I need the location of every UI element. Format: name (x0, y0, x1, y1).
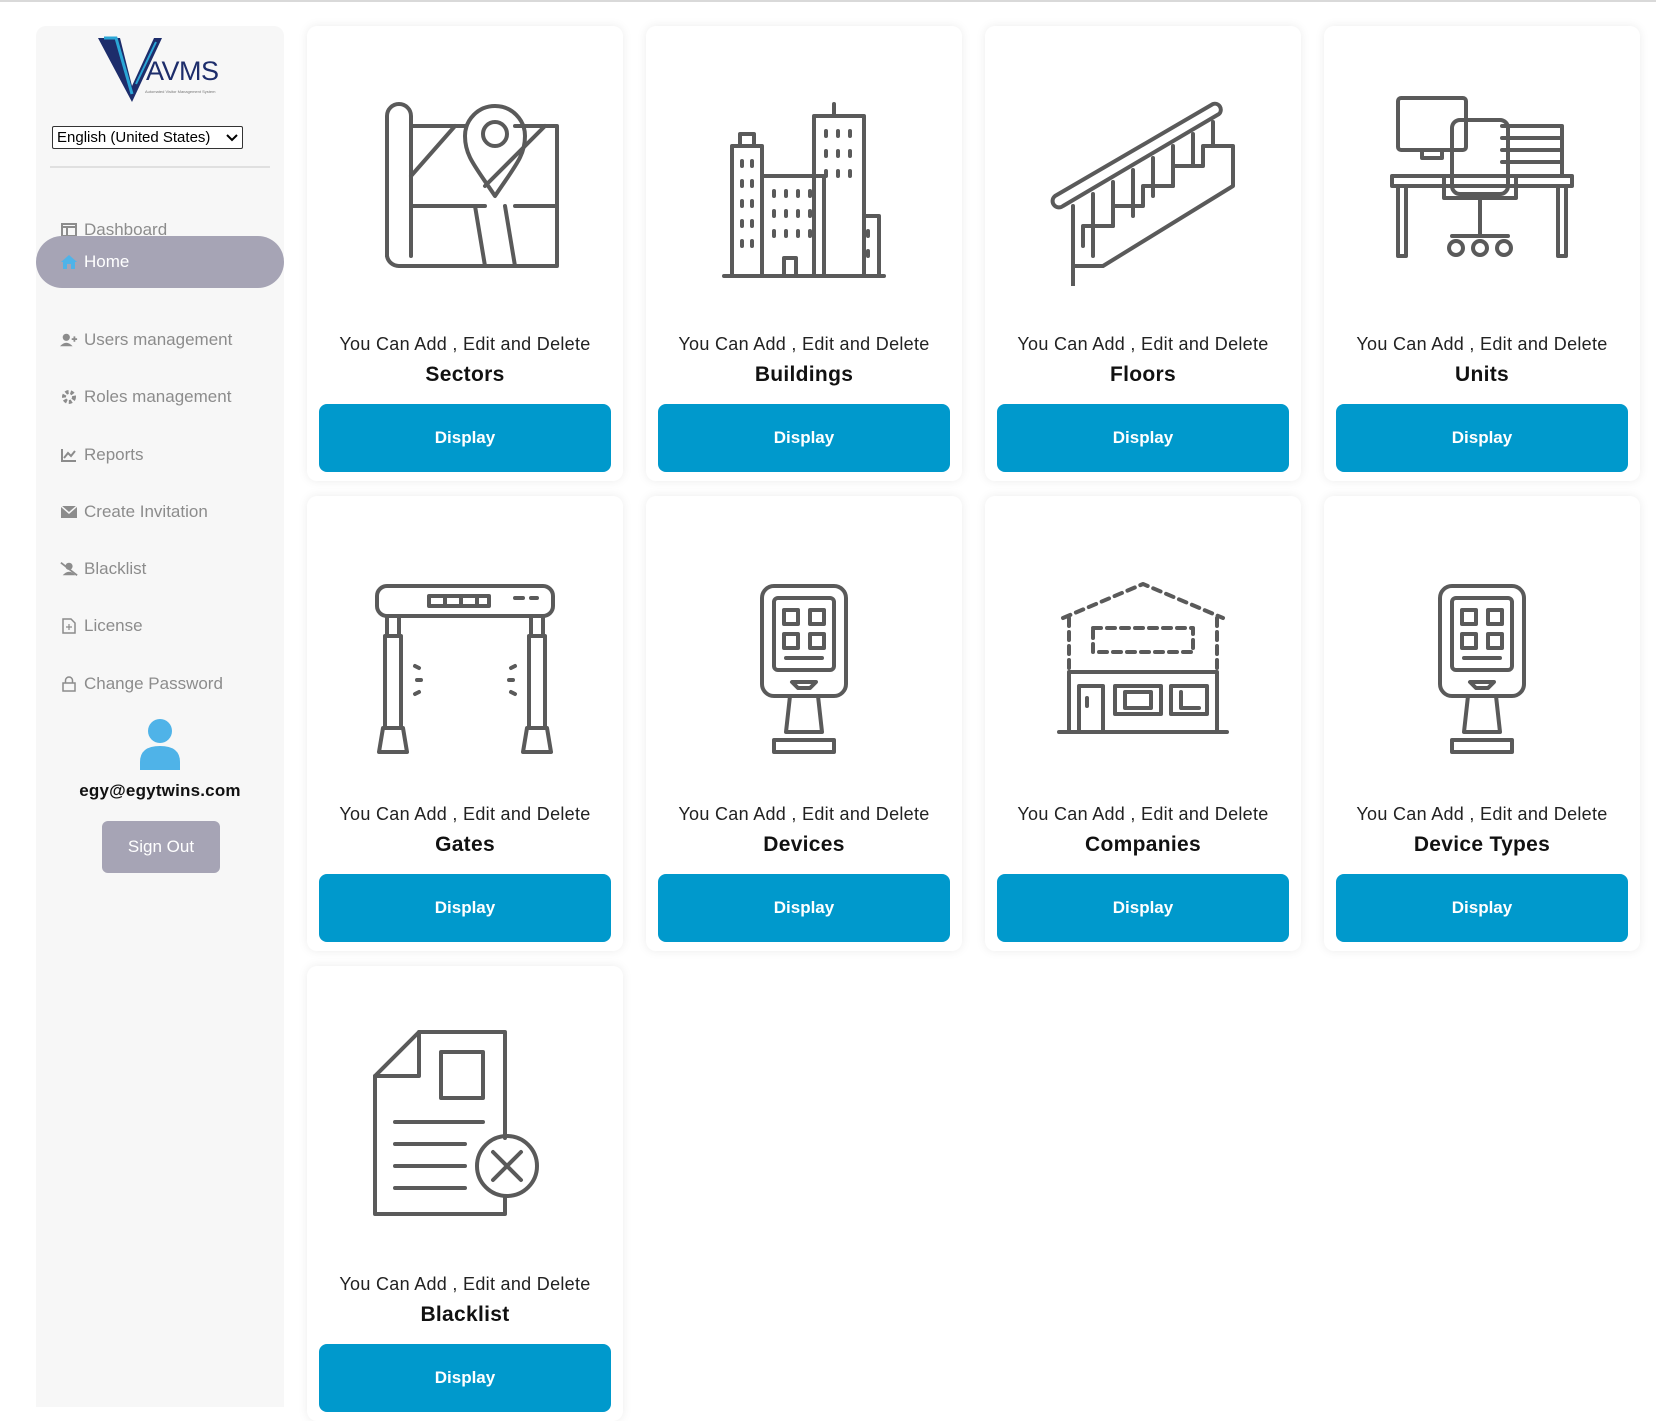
sidebar-item-roles-management[interactable]: Roles management (36, 371, 284, 423)
card-title: Devices (763, 833, 845, 856)
sidebar-item-label: Home (84, 252, 130, 271)
display-buildings-button[interactable]: Display (658, 404, 950, 472)
company-building-icon (1057, 582, 1229, 734)
card-description: You Can Add , Edit and Delete (339, 334, 591, 354)
card-description: You Can Add , Edit and Delete (678, 804, 930, 824)
home-icon (60, 253, 78, 271)
security-gate-icon (375, 584, 555, 754)
card-title: Buildings (754, 363, 854, 386)
card-companies: You Can Add , Edit and Delete Companies … (985, 496, 1301, 951)
sidebar-item-reports[interactable]: Reports (36, 429, 284, 481)
sidebar-item-label: Blacklist (84, 559, 147, 578)
user-email: egy@egytwins.com (79, 781, 241, 800)
display-units-button[interactable]: Display (1336, 404, 1628, 472)
sidebar-item-label: Change Password (84, 674, 223, 693)
sidebar-item-label: License (84, 616, 143, 635)
card-title: Gates (435, 833, 495, 856)
card-title: Sectors (425, 363, 505, 386)
sidebar-item-label: Users management (84, 330, 233, 349)
top-border (0, 0, 1656, 2)
card-description: You Can Add , Edit and Delete (1017, 804, 1269, 824)
lock-icon (60, 675, 78, 693)
sidebar-item-blacklist[interactable]: Blacklist (36, 543, 284, 595)
gear-icon (60, 388, 78, 406)
sidebar-item-users-management[interactable]: Users management (36, 314, 284, 366)
sidebar-divider (50, 166, 270, 168)
stairs-icon (1050, 101, 1235, 286)
card-title: Device Types (1413, 833, 1551, 856)
card-blacklist: You Can Add , Edit and Delete Blacklist … (307, 966, 623, 1421)
file-icon (60, 617, 78, 635)
sidebar-item-label: Roles management (84, 387, 232, 406)
language-select-value: English (United States) (57, 129, 211, 146)
card-device-types: You Can Add , Edit and Delete Device Typ… (1324, 496, 1640, 951)
add-user-icon (60, 331, 78, 349)
logo-text: AVMS (146, 56, 219, 86)
kiosk-icon (760, 584, 848, 754)
display-gates-button[interactable]: Display (319, 874, 611, 942)
sidebar-item-change-password[interactable]: Change Password (36, 658, 284, 710)
user-slash-icon (60, 560, 78, 578)
logo-subtitle: Automated Visitor Management System (145, 89, 216, 94)
display-floors-button[interactable]: Display (997, 404, 1289, 472)
sidebar-item-label: Reports (84, 445, 144, 464)
card-title: Units (1455, 363, 1509, 386)
sidebar-item-create-invitation[interactable]: Create Invitation (36, 486, 284, 538)
buildings-icon (722, 102, 886, 278)
sidebar-item-license[interactable]: License (36, 600, 284, 652)
display-blacklist-button[interactable]: Display (319, 1344, 611, 1412)
map-pin-icon (385, 102, 559, 269)
card-description: You Can Add , Edit and Delete (339, 804, 591, 824)
card-floors: You Can Add , Edit and Delete Floors Dis… (985, 26, 1301, 481)
sidebar: AVMS Automated Visitor Management System… (36, 26, 284, 1407)
sidebar-item-home[interactable]: Home (36, 236, 284, 288)
display-companies-button[interactable]: Display (997, 874, 1289, 942)
kiosk-icon (1438, 584, 1526, 754)
chevron-down-icon (226, 133, 238, 141)
document-x-icon (373, 1030, 539, 1216)
card-description: You Can Add , Edit and Delete (1017, 334, 1269, 354)
card-gates: You Can Add , Edit and Delete Gates Disp… (307, 496, 623, 951)
display-devices-button[interactable]: Display (658, 874, 950, 942)
card-devices: You Can Add , Edit and Delete Devices Di… (646, 496, 962, 951)
user-avatar-icon (140, 718, 180, 770)
sign-out-button[interactable]: Sign Out (102, 821, 220, 873)
card-title: Floors (1110, 363, 1176, 386)
card-description: You Can Add , Edit and Delete (1356, 804, 1608, 824)
app-logo: AVMS Automated Visitor Management System (98, 34, 228, 104)
card-units: You Can Add , Edit and Delete Units Disp… (1324, 26, 1640, 481)
display-sectors-button[interactable]: Display (319, 404, 611, 472)
card-description: You Can Add , Edit and Delete (1356, 334, 1608, 354)
envelope-icon (60, 503, 78, 521)
card-description: You Can Add , Edit and Delete (678, 334, 930, 354)
card-description: You Can Add , Edit and Delete (339, 1274, 591, 1294)
card-title: Blacklist (420, 1303, 510, 1326)
display-device-types-button[interactable]: Display (1336, 874, 1628, 942)
card-buildings: You Can Add , Edit and Delete Buildings … (646, 26, 962, 481)
sidebar-item-label: Create Invitation (84, 502, 208, 521)
office-desk-icon (1390, 96, 1574, 258)
card-sectors: You Can Add , Edit and Delete Sectors Di… (307, 26, 623, 481)
language-select[interactable]: English (United States) (52, 126, 243, 149)
card-title: Companies (1085, 833, 1201, 856)
chart-line-icon (60, 446, 78, 464)
